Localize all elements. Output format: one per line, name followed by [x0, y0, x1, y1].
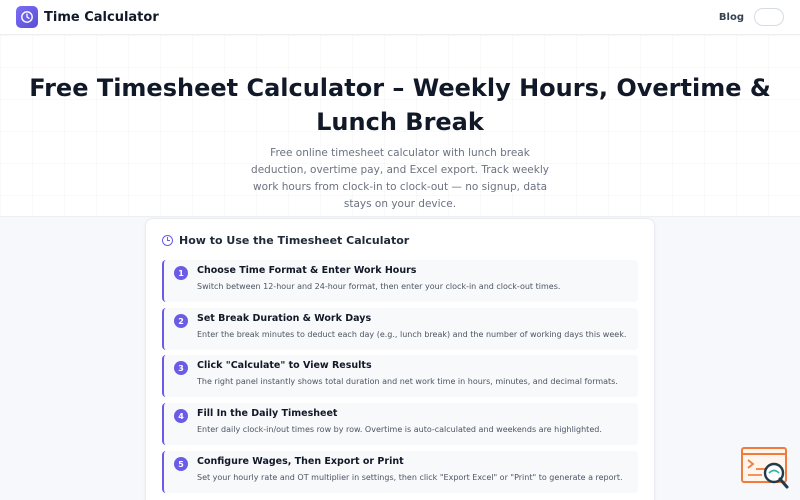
page-title: Free Timesheet Calculator – Weekly Hours…: [29, 74, 771, 136]
step-number-badge: 2: [174, 314, 188, 328]
step-item-2: 2 Set Break Duration & Work Days Enter t…: [162, 308, 638, 350]
clock-icon: [162, 235, 173, 246]
top-navigation-bar: Time Calculator Blog: [0, 0, 800, 35]
step-description: Enter the break minutes to deduct each d…: [197, 330, 627, 339]
step-item-3: 3 Click "Calculate" to View Results The …: [162, 355, 638, 397]
step-title: Fill In the Daily Timesheet: [197, 408, 338, 419]
how-to-heading: How to Use the Timesheet Calculator: [162, 234, 409, 247]
how-to-title: How to Use the Timesheet Calculator: [179, 234, 410, 247]
hero-section: Free Timesheet Calculator – Weekly Hours…: [0, 35, 800, 217]
step-item-1: 1 Choose Time Format & Enter Work Hours …: [162, 260, 638, 302]
language-toggle-button[interactable]: [754, 8, 784, 26]
nav-right: Blog: [719, 8, 784, 26]
step-number-badge: 1: [174, 266, 188, 280]
step-description: Enter daily clock-in/out times row by ro…: [197, 425, 602, 434]
step-title: Choose Time Format & Enter Work Hours: [197, 265, 417, 276]
step-title: Click "Calculate" to View Results: [197, 360, 372, 371]
search-document-icon[interactable]: [740, 446, 790, 490]
step-description: The right panel instantly shows total du…: [197, 377, 618, 386]
brand-name[interactable]: Time Calculator: [44, 10, 159, 25]
app-logo-icon[interactable]: [16, 6, 38, 28]
step-item-5: 5 Configure Wages, Then Export or Print …: [162, 451, 638, 493]
step-title: Configure Wages, Then Export or Print: [197, 456, 404, 467]
how-to-card: How to Use the Timesheet Calculator 1 Ch…: [145, 218, 655, 500]
nav-blog-link[interactable]: Blog: [719, 12, 744, 23]
step-description: Set your hourly rate and OT multiplier i…: [197, 473, 623, 482]
step-item-4: 4 Fill In the Daily Timesheet Enter dail…: [162, 403, 638, 445]
step-description: Switch between 12-hour and 24-hour forma…: [197, 282, 561, 291]
step-number-badge: 3: [174, 361, 188, 375]
step-title: Set Break Duration & Work Days: [197, 313, 372, 324]
step-number-badge: 5: [174, 457, 188, 471]
page-subtitle: Free online timesheet calculator with lu…: [251, 147, 549, 210]
step-number-badge: 4: [174, 409, 188, 423]
